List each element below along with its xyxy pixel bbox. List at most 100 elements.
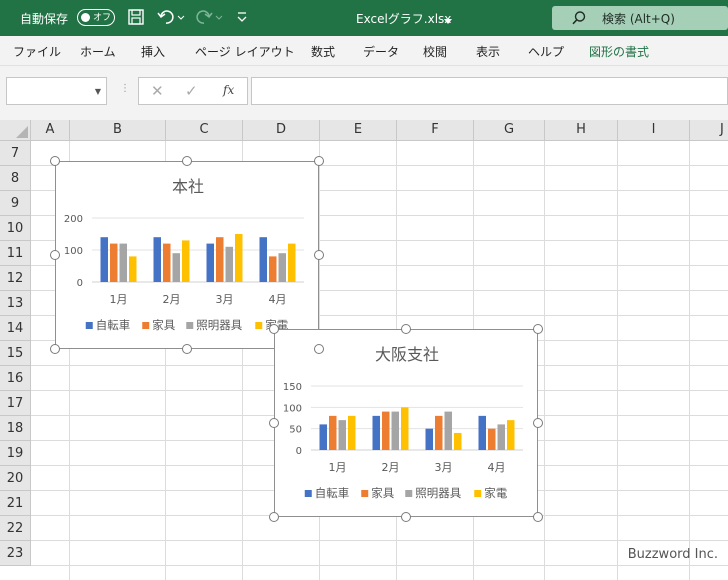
redo-icon[interactable]: [195, 8, 223, 30]
resize-handle[interactable]: [314, 344, 324, 354]
chart-honsha[interactable]: 本社20010001月2月3月4月自転車家具照明器具家電: [55, 161, 319, 349]
bar[interactable]: [401, 407, 409, 450]
file-title[interactable]: Excelグラフ.xlsx: [356, 10, 451, 27]
bar[interactable]: [182, 240, 190, 282]
bar[interactable]: [163, 243, 171, 282]
row-header-9[interactable]: 9: [0, 191, 31, 216]
bar[interactable]: [454, 432, 462, 450]
bar[interactable]: [488, 428, 496, 450]
customize-toolbar-icon[interactable]: [236, 10, 248, 28]
bar[interactable]: [338, 420, 347, 450]
resize-handle[interactable]: [401, 512, 411, 522]
formula-bar-splitter[interactable]: ⋮: [120, 83, 130, 94]
row-header-10[interactable]: 10: [0, 216, 31, 241]
bar[interactable]: [348, 415, 356, 450]
bar[interactable]: [425, 428, 434, 450]
resize-handle[interactable]: [50, 156, 60, 166]
resize-handle[interactable]: [50, 344, 60, 354]
bar[interactable]: [507, 420, 515, 450]
column-header-j[interactable]: J: [690, 120, 728, 141]
tab-file[interactable]: ファイル: [13, 43, 61, 60]
bar[interactable]: [329, 415, 337, 450]
row-header-16[interactable]: 16: [0, 366, 31, 391]
bar[interactable]: [278, 253, 287, 282]
resize-handle[interactable]: [533, 324, 543, 334]
resize-handle[interactable]: [50, 250, 60, 260]
chart-osaka[interactable]: 大阪支社 150 100 50 0 1月 2月 3月 4月 自転車 家具 照明器具 家電: [274, 329, 538, 517]
name-box[interactable]: ▼: [6, 77, 107, 105]
row-header-13[interactable]: 13: [0, 291, 31, 316]
bar[interactable]: [153, 237, 162, 282]
insert-function-button[interactable]: fx: [223, 83, 234, 97]
bar[interactable]: [110, 243, 118, 282]
row-header-7[interactable]: 7: [0, 141, 31, 166]
row-header-17[interactable]: 17: [0, 391, 31, 416]
chevron-down-icon[interactable]: [444, 14, 452, 29]
bar[interactable]: [206, 243, 215, 282]
bar[interactable]: [382, 411, 390, 450]
row-header-18[interactable]: 18: [0, 416, 31, 441]
column-header-g[interactable]: G: [474, 120, 545, 141]
undo-icon[interactable]: [157, 8, 185, 30]
name-box-dropdown-icon[interactable]: ▼: [95, 87, 101, 96]
chart-legend[interactable]: 自転車家具照明器具家電: [304, 486, 508, 500]
row-header-21[interactable]: 21: [0, 491, 31, 516]
tab-shape-format[interactable]: 図形の書式: [589, 43, 649, 60]
resize-handle[interactable]: [269, 512, 279, 522]
bar[interactable]: [391, 411, 400, 450]
resize-handle[interactable]: [314, 250, 324, 260]
column-header-i[interactable]: I: [618, 120, 690, 141]
bar[interactable]: [372, 415, 381, 450]
formula-input[interactable]: [251, 77, 728, 105]
resize-handle[interactable]: [269, 418, 279, 428]
column-header-c[interactable]: C: [166, 120, 243, 141]
tab-view[interactable]: 表示: [476, 43, 500, 60]
bar[interactable]: [172, 253, 181, 282]
row-header-20[interactable]: 20: [0, 466, 31, 491]
row-header-19[interactable]: 19: [0, 441, 31, 466]
tab-formulas[interactable]: 数式: [311, 43, 335, 60]
bar[interactable]: [235, 234, 243, 282]
search-box[interactable]: 検索 (Alt+Q): [552, 6, 728, 30]
row-header-22[interactable]: 22: [0, 516, 31, 541]
cancel-icon[interactable]: ✕: [151, 82, 164, 100]
select-all-button[interactable]: [0, 120, 31, 141]
save-icon[interactable]: [127, 8, 145, 30]
column-header-f[interactable]: F: [397, 120, 474, 141]
enter-icon[interactable]: ✓: [185, 82, 198, 100]
column-header-e[interactable]: E: [320, 120, 397, 141]
bar[interactable]: [259, 237, 268, 282]
tab-data[interactable]: データ: [363, 43, 399, 60]
tab-page-layout[interactable]: ページ レイアウト: [195, 43, 295, 60]
resize-handle[interactable]: [182, 344, 192, 354]
tab-home[interactable]: ホーム: [80, 43, 116, 60]
column-header-h[interactable]: H: [545, 120, 618, 141]
row-header-14[interactable]: 14: [0, 316, 31, 341]
tab-review[interactable]: 校閲: [423, 43, 447, 60]
row-header-11[interactable]: 11: [0, 241, 31, 266]
column-header-a[interactable]: A: [31, 120, 70, 141]
resize-handle[interactable]: [182, 156, 192, 166]
tab-insert[interactable]: 挿入: [141, 43, 165, 60]
column-header-d[interactable]: D: [243, 120, 320, 141]
bar[interactable]: [129, 256, 137, 282]
bar[interactable]: [269, 256, 277, 282]
bar[interactable]: [319, 424, 328, 450]
bar[interactable]: [288, 243, 296, 282]
bar[interactable]: [435, 415, 443, 450]
column-header-b[interactable]: B: [70, 120, 166, 141]
bar[interactable]: [478, 415, 487, 450]
chart-legend[interactable]: 自転車家具照明器具家電: [85, 318, 289, 332]
bar[interactable]: [225, 246, 234, 282]
resize-handle[interactable]: [269, 324, 279, 334]
resize-handle[interactable]: [533, 418, 543, 428]
bar[interactable]: [444, 411, 453, 450]
row-header-12[interactable]: 12: [0, 266, 31, 291]
row-header-15[interactable]: 15: [0, 341, 31, 366]
resize-handle[interactable]: [533, 512, 543, 522]
bar[interactable]: [216, 237, 224, 282]
bar[interactable]: [497, 424, 506, 450]
resize-handle[interactable]: [401, 324, 411, 334]
bar[interactable]: [100, 237, 109, 282]
row-header-23[interactable]: 23: [0, 541, 31, 566]
